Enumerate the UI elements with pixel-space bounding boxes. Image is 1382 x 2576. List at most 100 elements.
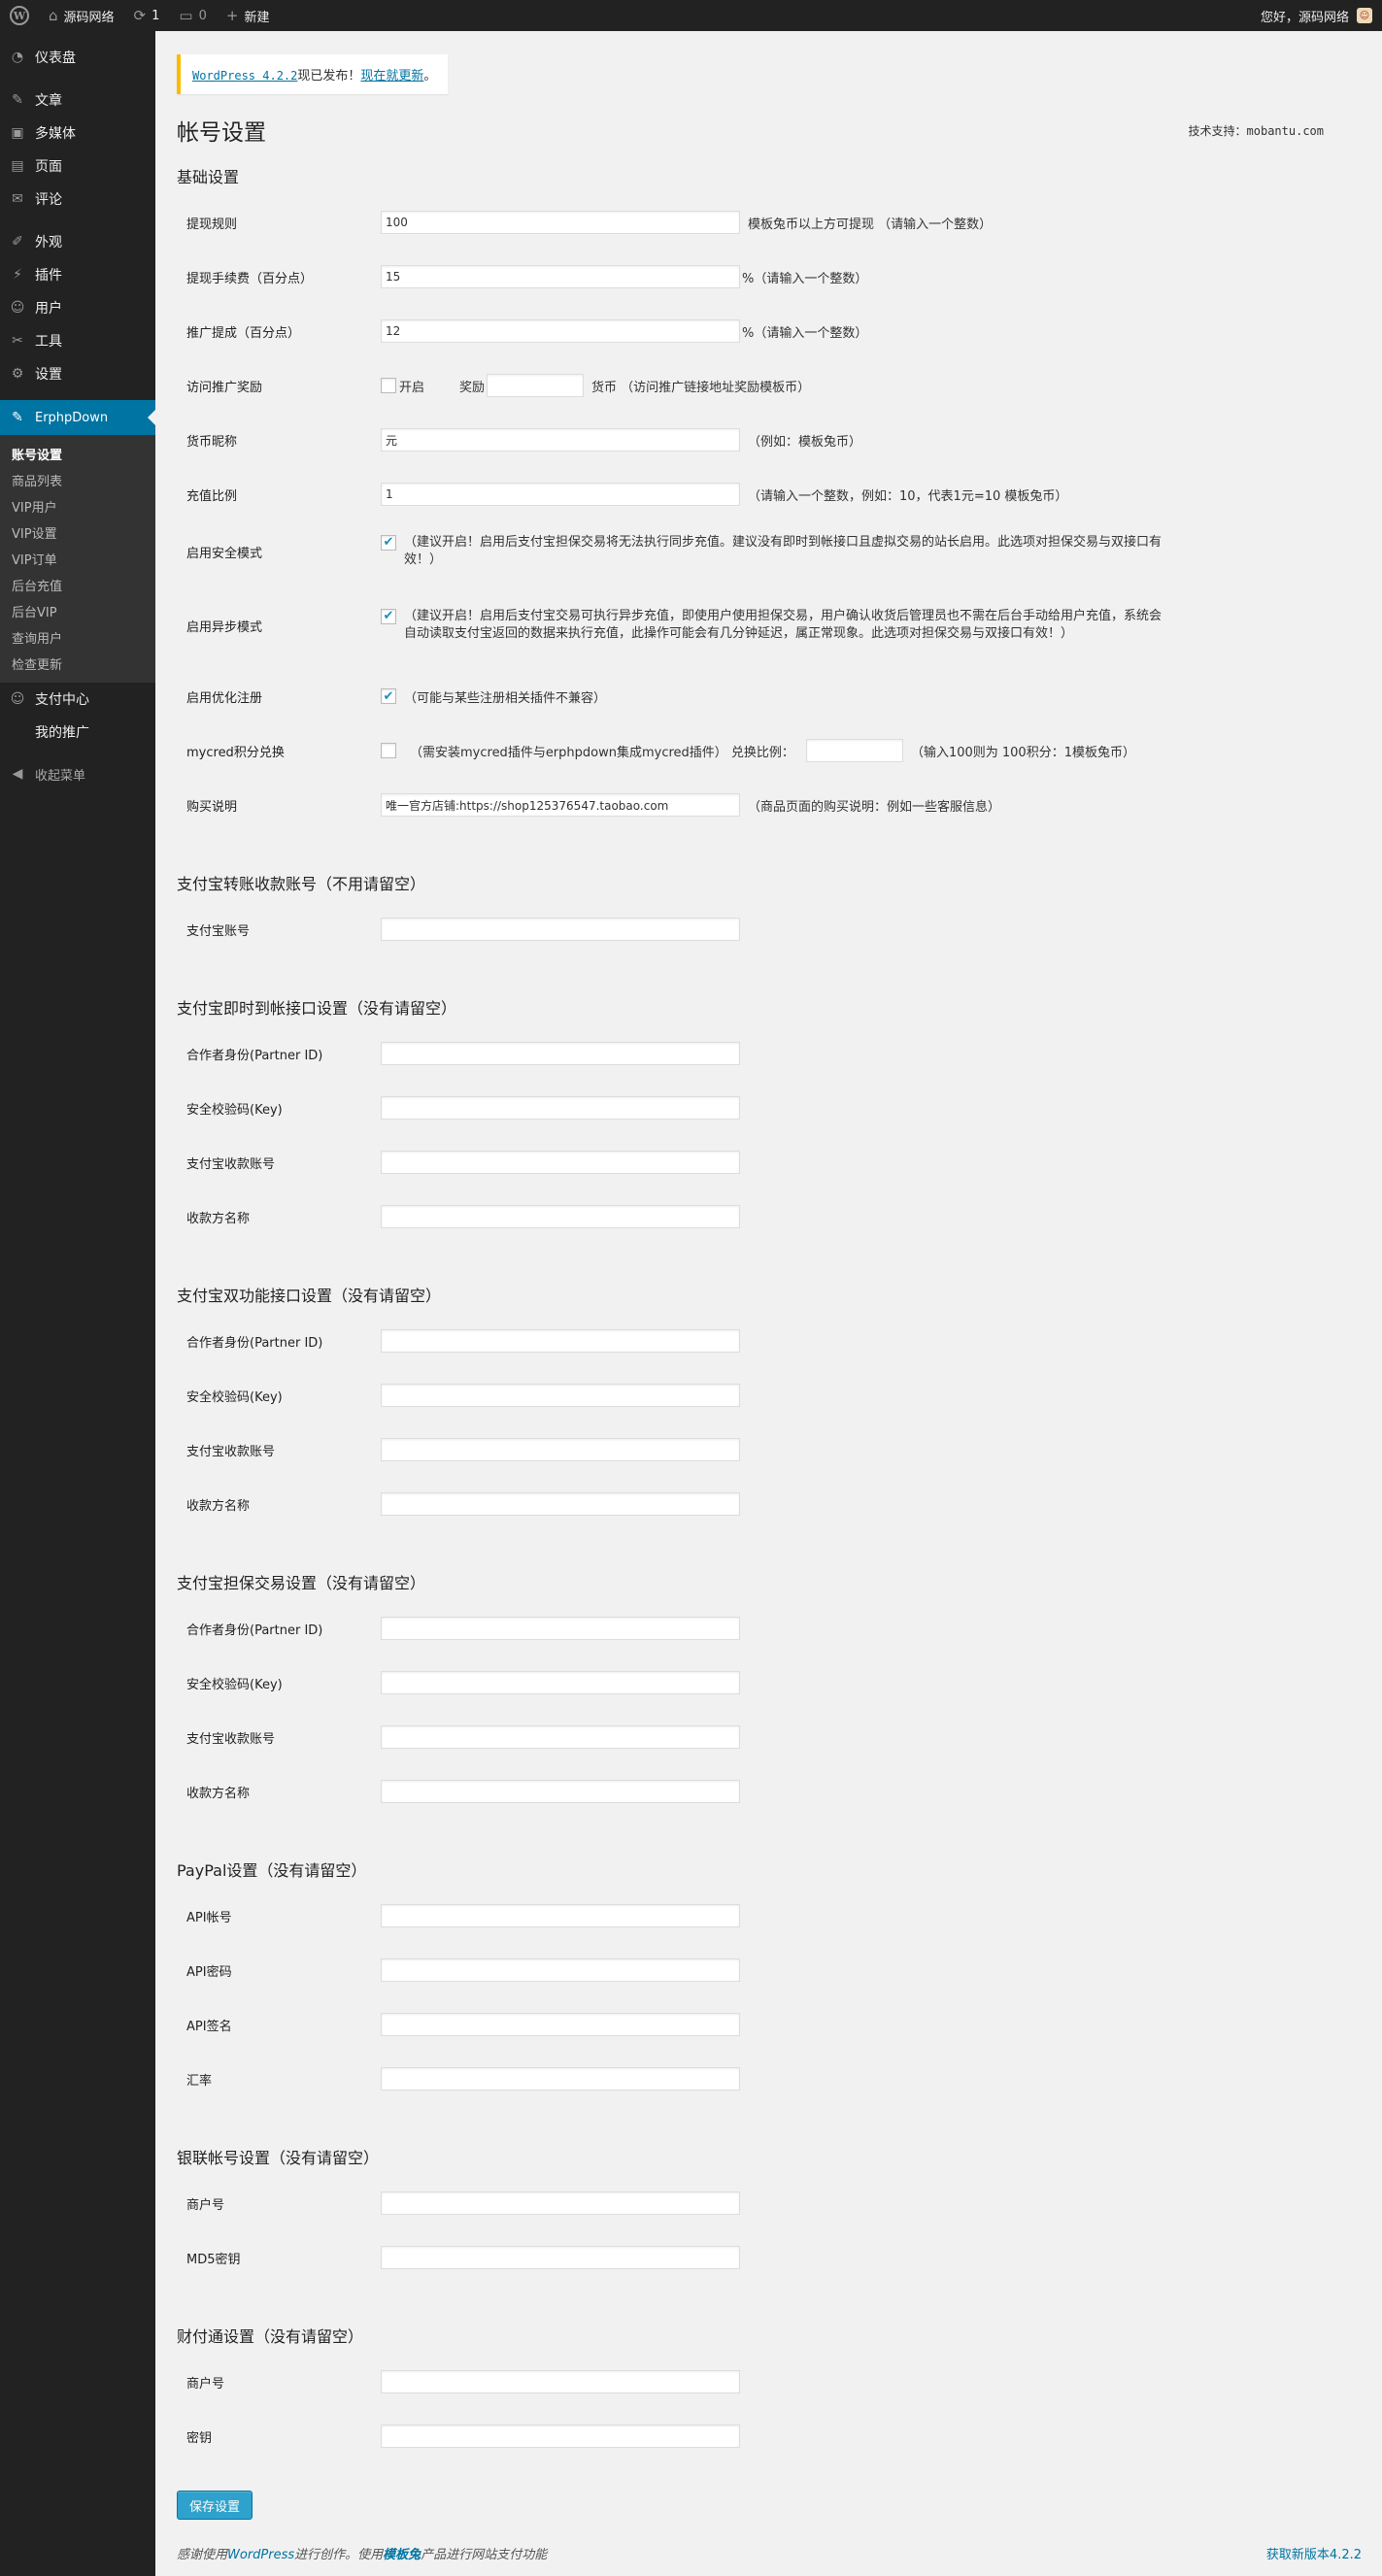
sidebar-item-label: 设置 xyxy=(35,367,62,383)
withdraw-fee-input[interactable]: 15 xyxy=(381,265,740,288)
wp-logo-menu[interactable]: W xyxy=(0,0,39,31)
alipay-transfer-account-input[interactable] xyxy=(381,918,740,941)
submenu-account-settings[interactable]: 账号设置 xyxy=(0,441,155,467)
row-purchase-desc: 购买说明 唯一官方店铺:https://shop125376547.taobao… xyxy=(177,778,1362,832)
sidebar-item-settings[interactable]: ⚙ 设置 xyxy=(0,357,155,390)
dual-payee-input[interactable] xyxy=(381,1492,740,1516)
paypal-signature-input[interactable] xyxy=(381,2013,740,2036)
dashboard-icon: ◔ xyxy=(11,50,24,65)
submenu-vip-orders[interactable]: VIP订单 xyxy=(0,546,155,572)
sidebar-item-erphpdown[interactable]: ✎ ErphpDown xyxy=(0,400,155,435)
section-basic-title: 基础设置 xyxy=(177,168,240,186)
paypal-account-label: API帐号 xyxy=(186,1910,232,1925)
tenpay-merchant-input[interactable] xyxy=(381,2370,740,2393)
escrow-key-input[interactable] xyxy=(381,1671,740,1694)
dual-partner-label: 合作者身份(Partner ID) xyxy=(186,1335,323,1351)
optimize-register-checkbox[interactable] xyxy=(381,688,396,704)
submenu-admin-recharge[interactable]: 后台充值 xyxy=(0,572,155,598)
mycred-checkbox[interactable] xyxy=(381,743,396,758)
page-icon: ▤ xyxy=(11,158,24,174)
safe-mode-checkbox[interactable] xyxy=(381,534,396,551)
row-recharge-ratio: 充值比例 1 （请输入一个整数，例如：10，代表1元=10 模板兔币） xyxy=(177,467,1362,521)
promo-reward-input[interactable]: 12 xyxy=(381,319,740,343)
visit-reward-hint: 货币 （访问推广链接地址奖励模板币） xyxy=(591,380,811,395)
sidebar-item-media[interactable]: ▣ 多媒体 xyxy=(0,117,155,150)
instant-partner-input[interactable] xyxy=(381,1042,740,1065)
mycred-ratio-input[interactable] xyxy=(805,739,903,762)
row-dual-key: 安全校验码(Key) xyxy=(177,1368,1362,1422)
escrow-payee-input[interactable] xyxy=(381,1780,740,1803)
sidebar-item-dashboard[interactable]: ◔ 仪表盘 xyxy=(0,41,155,74)
dual-partner-input[interactable] xyxy=(381,1329,740,1353)
escrow-partner-input[interactable] xyxy=(381,1617,740,1640)
sidebar-item-tools[interactable]: ✂ 工具 xyxy=(0,324,155,357)
erphpdown-icon: ✎ xyxy=(12,410,23,425)
submenu-vip-settings[interactable]: VIP设置 xyxy=(0,519,155,546)
submenu-query-users[interactable]: 查询用户 xyxy=(0,624,155,651)
update-now-link[interactable]: 现在就更新 xyxy=(360,69,423,84)
purchase-desc-input[interactable]: 唯一官方店铺:https://shop125376547.taobao.com xyxy=(381,793,740,817)
instant-account-input[interactable] xyxy=(381,1151,740,1174)
paypal-account-input[interactable] xyxy=(381,1904,740,1927)
section-unionpay-title: 银联帐号设置（没有请留空） xyxy=(177,2149,380,2167)
sidebar-item-pages[interactable]: ▤ 页面 xyxy=(0,150,155,183)
row-alipay-transfer-account: 支付宝账号 xyxy=(177,902,1362,956)
submenu-admin-vip[interactable]: 后台VIP xyxy=(0,598,155,624)
submenu-check-updates[interactable]: 检查更新 xyxy=(0,651,155,677)
escrow-partner-label: 合作者身份(Partner ID) xyxy=(186,1623,323,1638)
mycred-ratio-hint: （输入100则为 100积分：1模板兔币） xyxy=(910,745,1135,760)
sidebar-item-posts[interactable]: ✎ 文章 xyxy=(0,84,155,117)
sidebar-item-comments[interactable]: ✉ 评论 xyxy=(0,183,155,216)
recharge-ratio-input[interactable]: 1 xyxy=(381,483,740,506)
erphpdown-submenu: 账号设置 商品列表 VIP用户 VIP设置 VIP订单 后台充值 后台VIP 查… xyxy=(0,435,155,683)
dual-key-input[interactable] xyxy=(381,1384,740,1407)
submenu-vip-users[interactable]: VIP用户 xyxy=(0,493,155,519)
sidebar-item-plugins[interactable]: ⚡ 插件 xyxy=(0,258,155,291)
payment-user-icon: ☺ xyxy=(10,691,25,707)
avatar: ☺ xyxy=(1357,8,1372,23)
instant-partner-label: 合作者身份(Partner ID) xyxy=(186,1048,323,1063)
async-mode-checkbox[interactable] xyxy=(381,608,396,624)
submenu-product-list[interactable]: 商品列表 xyxy=(0,467,155,493)
paypal-rate-label: 汇率 xyxy=(186,2073,213,2089)
tenpay-key-input[interactable] xyxy=(381,2425,740,2448)
sidebar-item-appearance[interactable]: ✐ 外观 xyxy=(0,225,155,258)
unionpay-md5-input[interactable] xyxy=(381,2246,740,2269)
instant-payee-input[interactable] xyxy=(381,1205,740,1228)
unionpay-merchant-input[interactable] xyxy=(381,2191,740,2215)
paypal-password-label: API密码 xyxy=(186,1964,232,1980)
withdraw-rule-input[interactable]: 100 xyxy=(381,211,740,234)
footer-mobantu-link[interactable]: 模板兔 xyxy=(383,2548,421,2562)
save-settings-button[interactable]: 保存设置 xyxy=(177,2491,253,2520)
sidebar-item-payment-center[interactable]: ☺ 支付中心 xyxy=(0,683,155,716)
paypal-rate-input[interactable] xyxy=(381,2067,740,2091)
sidebar-item-my-promotion[interactable]: 我的推广 xyxy=(0,716,155,749)
row-mycred: mycred积分兑换 （需安装mycred插件与erphpdown集成mycre… xyxy=(177,723,1362,778)
currency-name-input[interactable]: 元 xyxy=(381,428,740,452)
visit-reward-enable-label: 开启 xyxy=(399,380,425,395)
new-label: 新建 xyxy=(244,10,270,25)
escrow-account-input[interactable] xyxy=(381,1725,740,1749)
recharge-ratio-label: 充值比例 xyxy=(186,488,238,504)
updates-link[interactable]: ⟳ 1 xyxy=(124,0,170,31)
new-content-link[interactable]: + 新建 xyxy=(217,0,280,31)
instant-key-input[interactable] xyxy=(381,1096,740,1120)
dual-account-input[interactable] xyxy=(381,1438,740,1461)
footer: 感谢使用WordPress进行创作。使用模板兔产品进行网站支付功能 获取新版本4… xyxy=(177,2544,1362,2562)
footer-wordpress-link[interactable]: WordPress xyxy=(227,2548,294,2562)
visit-reward-amount-input[interactable] xyxy=(487,374,585,397)
media-icon: ▣ xyxy=(11,125,24,141)
paypal-password-input[interactable] xyxy=(381,1958,740,1982)
comments-link[interactable]: ▭ 0 xyxy=(169,0,216,31)
escrow-account-label: 支付宝收款账号 xyxy=(186,1731,276,1747)
visit-reward-checkbox[interactable] xyxy=(381,378,396,393)
visit-reward-label: 访问推广奖励 xyxy=(186,380,263,395)
my-account-menu[interactable]: 您好，源码网络 ☺ xyxy=(1261,7,1382,25)
optimize-register-label: 启用优化注册 xyxy=(186,690,263,706)
footer-version-link[interactable]: 获取新版本4.2.2 xyxy=(1266,2544,1362,2562)
collapse-menu-button[interactable]: ◀ 收起菜单 xyxy=(0,758,155,789)
sidebar-item-users[interactable]: ☺ 用户 xyxy=(0,291,155,324)
sidebar-item-label: 评论 xyxy=(35,192,62,208)
site-name-link[interactable]: ⌂ 源码网络 xyxy=(39,0,124,31)
wordpress-version-link[interactable]: WordPress 4.2.2 xyxy=(192,69,297,83)
